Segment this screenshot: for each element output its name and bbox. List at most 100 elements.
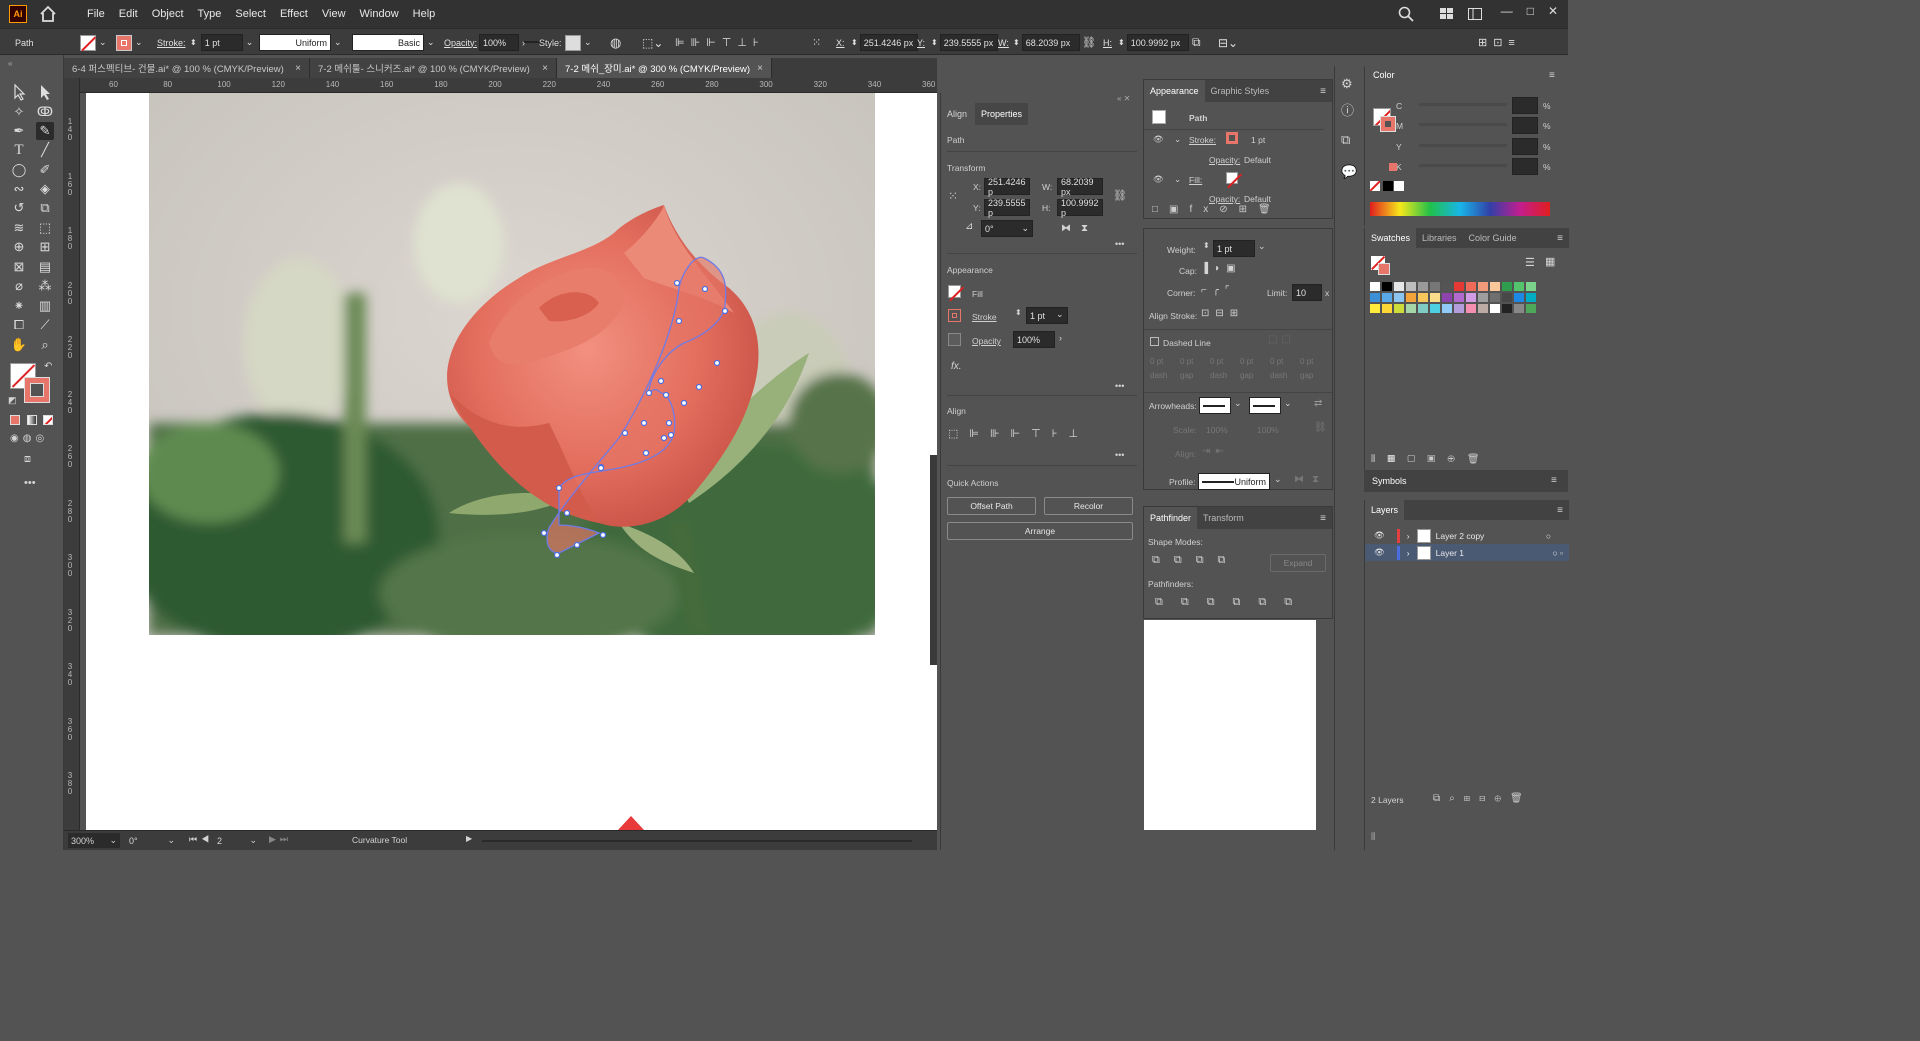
eraser-tool-icon[interactable]: ◈ [36,180,54,198]
color-swatch[interactable] [1514,304,1524,313]
limit-field[interactable]: 10 [1292,284,1322,301]
dash-gap-value[interactable]: 0 pt [1300,357,1313,366]
color-swatch[interactable] [1370,293,1380,302]
end-arrowhead[interactable] [1249,397,1281,414]
ellipse-tool-icon[interactable]: ◯ [10,161,28,179]
color-swatch[interactable] [1430,304,1440,313]
gradient-mode-icon[interactable] [27,415,37,425]
tab-pathfinder[interactable]: Pathfinder [1144,507,1198,529]
w-field[interactable]: 68.2039 px [1021,34,1080,51]
color-swatch[interactable] [1454,293,1464,302]
width-tool-icon[interactable]: ≋ [10,219,28,237]
direct-selection-tool-icon[interactable] [36,83,54,101]
color-swatch[interactable] [1418,282,1428,291]
pen-tool-icon[interactable]: ✒ [10,122,28,140]
profile-field[interactable]: Uniform [1198,473,1270,490]
stroke-weight-field[interactable]: 1 pt [200,34,243,51]
opacity-label[interactable]: Opacity: [444,34,477,51]
dash-gap-value[interactable]: 0 pt [1180,357,1193,366]
panel-collapse-icon[interactable]: « ✕ [1117,94,1130,103]
y-field[interactable]: 239.5555 px [939,34,998,51]
align-buttons[interactable]: ⊫⊪⊩⊤⊥⊦ [675,34,765,51]
color-swatch[interactable] [1514,282,1524,291]
visibility-eye-icon[interactable]: 👁 [1153,134,1164,145]
type-tool-icon[interactable]: T [10,141,28,159]
column-graph-tool-icon[interactable]: ▥ [36,297,54,315]
dashed-line-checkbox[interactable] [1150,337,1159,346]
swatch-footer-icons[interactable]: ⫴▦▢▣⊕🗑 [1371,454,1492,465]
workspace-icon[interactable] [1468,8,1482,20]
menu-view[interactable]: View [322,8,346,20]
constrain-proportions-icon[interactable]: ⛓ [1082,34,1096,51]
tab-properties[interactable]: Properties [975,103,1029,125]
swatch-stroke-indicator[interactable] [1378,263,1390,275]
appearance-stroke-label[interactable]: Stroke: [1189,135,1216,145]
layer-name[interactable]: Layer 2 copy [1436,531,1485,541]
color-stroke-swatch[interactable] [1380,116,1396,132]
paintbrush-tool-icon[interactable]: ✐ [36,161,54,179]
fill-swatch[interactable] [948,285,961,298]
stroke-weight-stepper[interactable]: ⬍ [1015,308,1022,317]
color-spectrum[interactable] [1370,202,1550,216]
transform-icon[interactable]: ⧉ [1192,34,1201,51]
hand-tool-icon[interactable]: ✋ [10,336,28,354]
color-swatch[interactable] [1370,304,1380,313]
dash-gap-fields[interactable]: 0 pt dash 0 pt gap 0 pt dash 0 pt gap 0 pt dash 0 … [1150,357,1325,383]
grid-view-icon[interactable]: ▦ [1545,255,1555,268]
color-swatch[interactable] [1490,304,1500,313]
start-arrowhead-dropdown[interactable]: ⌄ [1234,398,1242,409]
panel-menu-icon[interactable]: ≡ [1320,86,1326,97]
visibility-eye-icon[interactable]: 👁 [1374,547,1385,558]
menu-help[interactable]: Help [413,8,436,20]
style-swatch[interactable] [565,34,581,51]
close-window-icon[interactable]: ✕ [1548,4,1558,18]
collapse-toolbar-icon[interactable]: « [8,59,12,68]
color-swatch[interactable] [1442,304,1452,313]
weight-field[interactable]: 1 pt [1213,240,1255,257]
expand-layer-icon[interactable]: › [1407,531,1410,541]
rotate-field[interactable]: 0° ⌄ [981,220,1033,237]
color-swatch[interactable] [1466,293,1476,302]
color-swatch[interactable] [1478,304,1488,313]
c-field[interactable] [1512,97,1538,114]
color-swatch[interactable] [1370,282,1380,291]
h-field[interactable]: 100.9992 px [1126,34,1189,51]
eyedropper-tool-icon[interactable]: ⌀ [10,277,28,295]
expand-layer-icon[interactable]: › [1407,548,1410,558]
scale-start[interactable]: 100% [1206,425,1228,435]
magic-wand-tool-icon[interactable]: ✧ [10,103,28,121]
tab-appearance[interactable]: Appearance [1144,80,1205,102]
rotate-tool-icon[interactable]: ↺ [10,199,28,217]
maximize-icon[interactable]: □ [1527,4,1534,18]
line-segment-tool-icon[interactable]: ╱ [36,141,54,159]
m-field[interactable] [1512,117,1538,134]
menu-effect[interactable]: Effect [280,8,308,20]
appearance-opacity2-label[interactable]: Opacity: [1209,194,1240,204]
appearance-stroke-weight[interactable]: 1 pt [1251,135,1265,145]
color-swatch[interactable] [1382,282,1392,291]
tab-transform[interactable]: Transform [1197,507,1250,529]
dash-gap-value[interactable]: 0 pt [1210,357,1223,366]
x-field[interactable]: 251.4246 px [859,34,918,51]
brush-definition[interactable]: Basic [352,34,424,51]
color-swatch[interactable] [1526,282,1536,291]
artboard-nav-next[interactable]: ▶⏭ [269,834,292,845]
link-scale-icon[interactable]: ⛓ [1314,422,1327,433]
panel-menu-icon[interactable]: ≡ [1551,475,1557,486]
end-arrowhead-dropdown[interactable]: ⌄ [1284,398,1292,409]
layer-row[interactable]: 👁 › Layer 2 copy ○ [1365,527,1569,544]
color-swatch[interactable] [1502,304,1512,313]
color-swatch[interactable] [1382,304,1392,313]
artboard-nav-prev[interactable]: ⏮◀ [189,834,213,845]
constrain-proportions-icon[interactable]: ⛓ [1113,189,1127,202]
transform-more-options[interactable]: ••• [1115,239,1124,249]
info-dock-icon[interactable]: ⓘ [1341,100,1354,119]
panel-menu-icon[interactable]: ≡ [1549,70,1555,81]
tab-color-guide[interactable]: Color Guide [1463,227,1523,249]
color-swatch[interactable] [1442,293,1452,302]
edit-toolbar-icon[interactable]: ••• [24,477,36,489]
panel-controls-icon[interactable]: ⊞⊡≡ [1478,34,1521,51]
k-field[interactable] [1512,158,1538,175]
artboard-tool-icon[interactable]: ⧠ [10,316,28,334]
cap-buttons[interactable]: ▐◗▣ [1201,263,1242,274]
